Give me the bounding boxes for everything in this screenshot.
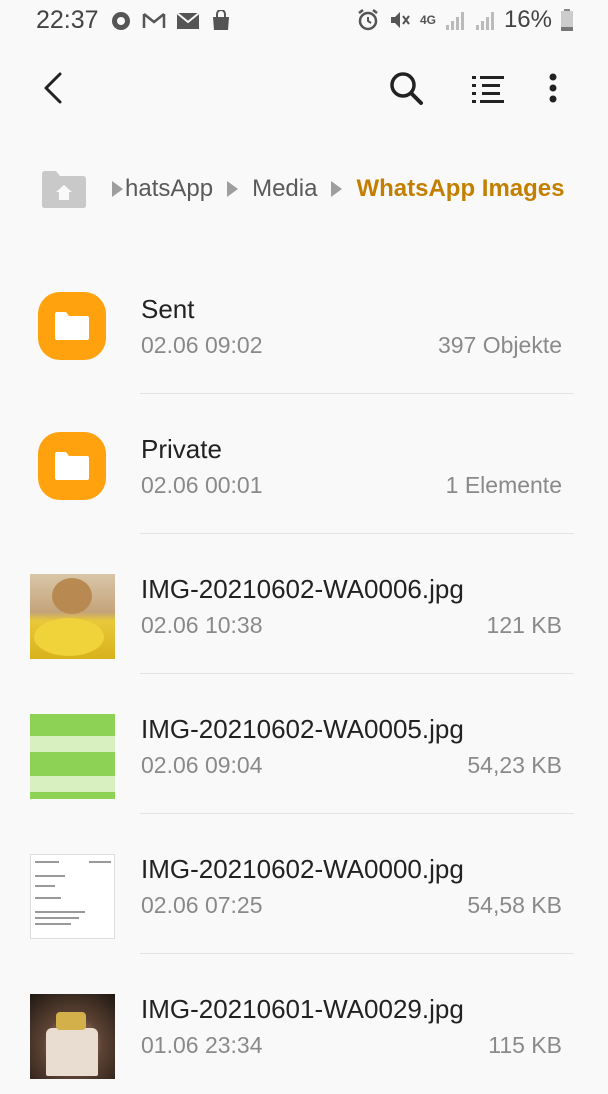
breadcrumb-item-media[interactable]: Media	[252, 175, 317, 203]
folder-icon	[38, 292, 106, 360]
file-date: 02.06 09:02	[141, 332, 263, 358]
thumbnail-detail	[56, 1012, 86, 1030]
thumbnail-detail	[34, 618, 104, 656]
network-type: 4G	[419, 13, 436, 27]
file-name: IMG-20210602-WA0000.jpg	[141, 854, 464, 884]
alarm-icon	[358, 9, 378, 31]
sort-list-icon	[472, 76, 504, 103]
notification-icons	[110, 10, 232, 32]
file-size: 397 Objekte	[437, 332, 562, 358]
list-item-image[interactable]: IMG-20210602-WA0006.jpg 02.06 10:38 121 …	[0, 534, 608, 674]
file-size: 54,58 KB	[467, 892, 562, 918]
breadcrumb-separator	[112, 181, 123, 197]
thumbnail-detail	[30, 756, 115, 772]
file-date: 01.06 23:34	[141, 1032, 263, 1058]
battery-icon	[561, 9, 573, 31]
list-item-folder-sent[interactable]: Sent 02.06 09:02 397 Objekte	[0, 254, 608, 394]
file-name: Sent	[141, 294, 195, 324]
thumbnail-detail	[30, 736, 115, 752]
back-arrow-icon	[44, 72, 62, 104]
file-date: 02.06 07:25	[141, 892, 263, 918]
thumbnail-detail	[30, 776, 115, 792]
sort-button[interactable]	[466, 68, 510, 108]
file-name: IMG-20210601-WA0029.jpg	[141, 994, 464, 1024]
file-size: 54,23 KB	[467, 752, 562, 778]
search-button[interactable]	[386, 68, 426, 108]
breadcrumb-separator	[331, 181, 343, 197]
file-date: 02.06 00:01	[141, 472, 263, 498]
thumbnail-detail	[52, 578, 92, 614]
thumbnail-detail	[35, 861, 59, 863]
image-thumbnail	[30, 574, 115, 659]
file-name: Private	[141, 434, 222, 464]
more-vert-icon	[549, 73, 557, 103]
image-thumbnail	[30, 854, 115, 939]
image-thumbnail	[30, 714, 115, 799]
thumbnail-detail	[46, 1028, 98, 1076]
breadcrumb-item-whatsapp[interactable]: hatsApp	[125, 175, 213, 203]
status-time: 22:37	[36, 6, 99, 34]
list-item-folder-private[interactable]: Private 02.06 00:01 1 Elemente	[0, 394, 608, 534]
list-item-image[interactable]: IMG-20210602-WA0000.jpg 02.06 07:25 54,5…	[0, 814, 608, 954]
breadcrumb-item-current[interactable]: WhatsApp Images	[356, 175, 564, 203]
thumbnail-detail	[35, 917, 79, 919]
breadcrumb: hatsApp Media WhatsApp Images	[40, 166, 564, 212]
file-name: IMG-20210602-WA0006.jpg	[141, 574, 464, 604]
folder-icon	[38, 432, 106, 500]
file-size: 1 Elemente	[445, 472, 562, 498]
battery-percent: 16%	[503, 6, 552, 33]
more-options-button[interactable]	[538, 68, 568, 108]
image-thumbnail	[30, 994, 115, 1079]
signal-icon	[475, 12, 494, 30]
list-item-image[interactable]: IMG-20210602-WA0005.jpg 02.06 09:04 54,2…	[0, 674, 608, 814]
status-bar: 22:37 4G 16%	[0, 0, 608, 44]
thumbnail-detail	[35, 875, 65, 877]
system-icons: 4G 16%	[356, 6, 574, 34]
thumbnail-detail	[89, 861, 111, 863]
mute-icon	[390, 12, 410, 28]
thumbnail-detail	[30, 716, 115, 732]
thumbnail-detail	[35, 897, 61, 899]
mail-icon	[176, 12, 200, 29]
breadcrumb-separator	[227, 181, 239, 197]
home-folder-icon[interactable]	[40, 168, 88, 210]
thumbnail-detail	[35, 911, 85, 913]
back-button[interactable]	[34, 68, 74, 108]
shopping-bag-icon	[213, 10, 229, 30]
file-date: 02.06 10:38	[141, 612, 263, 638]
file-size: 115 KB	[488, 1032, 562, 1058]
signal-icon	[445, 12, 464, 30]
file-date: 02.06 09:04	[141, 752, 263, 778]
thumbnail-detail	[35, 885, 55, 887]
app-bar	[0, 50, 608, 130]
search-icon	[390, 72, 423, 105]
list-item-image[interactable]: IMG-20210601-WA0029.jpg 01.06 23:34 115 …	[0, 954, 608, 1094]
thumbnail-detail	[35, 923, 71, 925]
gmail-icon	[142, 13, 166, 28]
file-list: Sent 02.06 09:02 397 Objekte Private 02.…	[0, 254, 608, 1094]
chat-icon	[112, 12, 130, 30]
file-name: IMG-20210602-WA0005.jpg	[141, 714, 464, 744]
file-size: 121 KB	[486, 612, 562, 638]
